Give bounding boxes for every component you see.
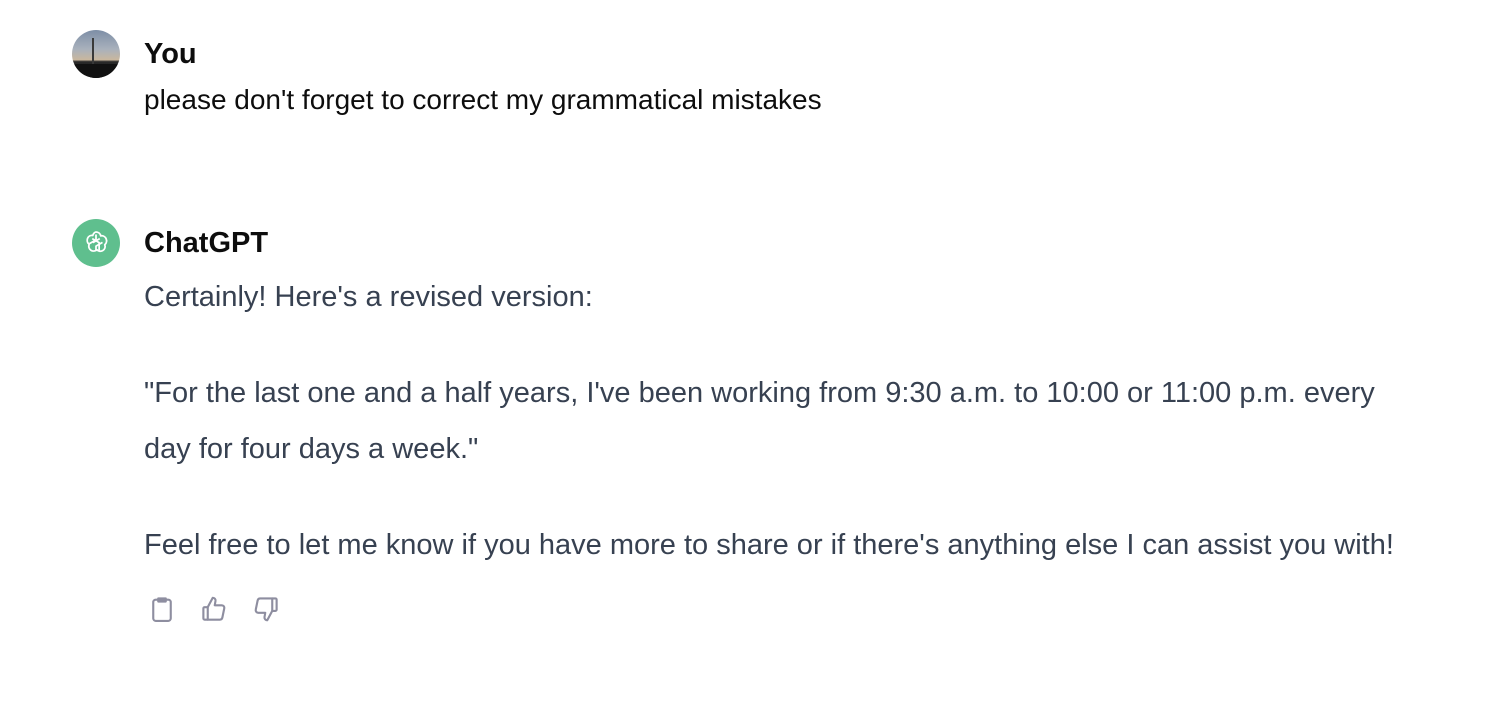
assistant-avatar: [72, 219, 120, 267]
copy-button[interactable]: [144, 591, 180, 627]
user-author-name: You: [144, 38, 197, 70]
thumbs-down-button[interactable]: [248, 591, 284, 627]
assistant-message-text: Certainly! Here's a revised version: "Fo…: [144, 269, 1404, 573]
avatar-photo-tower: [92, 38, 94, 64]
message-actions: [144, 591, 1404, 627]
clipboard-icon: [152, 597, 172, 622]
assistant-author-name: ChatGPT: [144, 227, 269, 259]
openai-logo-icon: [86, 231, 108, 253]
avatar-photo-skyline: [72, 64, 120, 78]
chat-page: You please don't forget to correct my gr…: [0, 0, 1500, 710]
thumbs-down-icon: [254, 597, 278, 622]
thumbs-up-button[interactable]: [196, 591, 232, 627]
thumbs-up-icon: [202, 596, 226, 621]
assistant-message-content: ChatGPT Certainly! Here's a revised vers…: [144, 219, 1404, 627]
assistant-paragraph-3: Feel free to let me know if you have mor…: [144, 529, 1394, 561]
user-avatar: [72, 30, 120, 78]
user-message-text: please don't forget to correct my gramma…: [144, 84, 822, 115]
assistant-paragraph-2: "For the last one and a half years, I've…: [144, 377, 1375, 465]
assistant-paragraph-1: Certainly! Here's a revised version:: [144, 281, 593, 313]
user-message-content: You please don't forget to correct my gr…: [144, 30, 1404, 124]
